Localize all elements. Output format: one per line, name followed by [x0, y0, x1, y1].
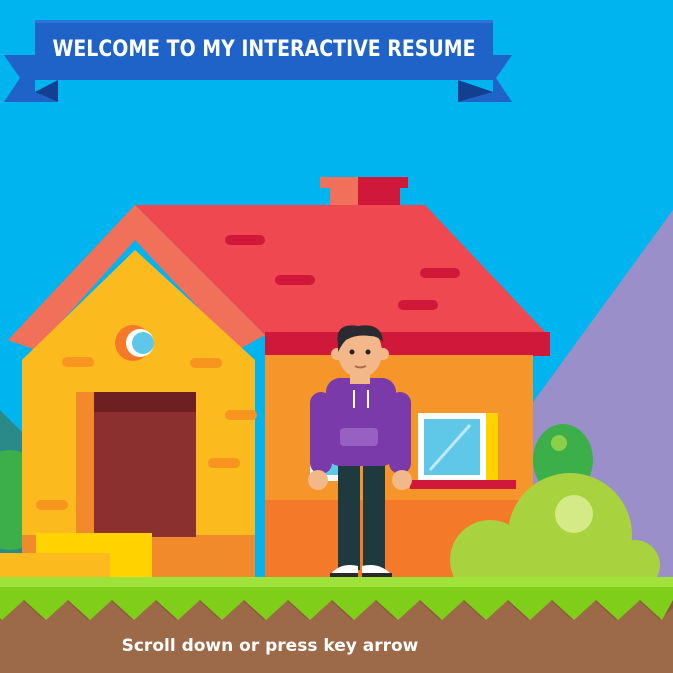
- ground: [0, 577, 673, 673]
- scroll-hint-text: Scroll down or press key arrow: [121, 636, 419, 656]
- scene-illustration: [0, 0, 673, 673]
- banner-title: WELCOME TO MY INTERACTIVE RESUME: [52, 36, 476, 62]
- door-icon: [76, 392, 196, 537]
- game-scene[interactable]: WELCOME TO MY INTERACTIVE RESUME Scroll …: [0, 0, 673, 673]
